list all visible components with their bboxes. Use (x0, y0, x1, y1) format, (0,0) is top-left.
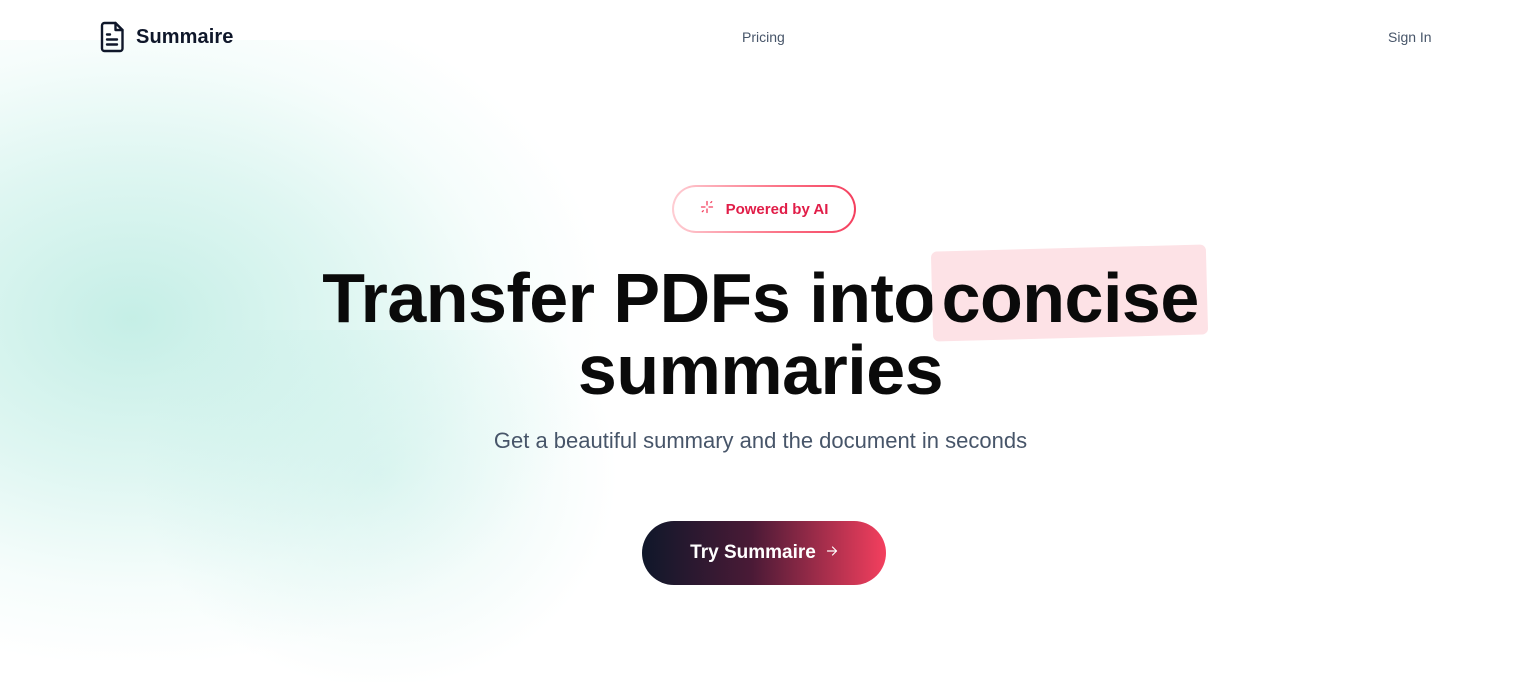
try-summaire-button[interactable]: Try Summaire (642, 521, 886, 585)
badge-label: Powered by AI (725, 200, 829, 218)
arrow-right-icon (816, 544, 838, 562)
sparkles-icon (700, 200, 726, 219)
headline-highlight-text: concise (941, 259, 1200, 337)
headline-text-part1: Transfer PDFs into (322, 259, 936, 337)
powered-by-badge: Powered by AI (672, 185, 856, 233)
headline-highlight: concise (930, 244, 1208, 342)
hero-headline: Transfer PDFs into concise summaries (0, 244, 1521, 409)
badge-inner: Powered by AI (674, 187, 854, 231)
nav-link-pricing[interactable]: Pricing (742, 29, 785, 45)
headline-line-2: summaries (577, 331, 944, 409)
brand-name: Summaire (136, 25, 234, 48)
cta-label: Try Summaire (690, 542, 816, 563)
brand-logo-link[interactable]: Summaire (98, 21, 234, 53)
nav-link-sign-in[interactable]: Sign In (1388, 29, 1432, 45)
hero-subtitle: Get a beautiful summary and the document… (493, 428, 1028, 453)
document-icon (98, 21, 126, 53)
landing-page: Summaire Pricing Sign In Powered by AI T… (0, 0, 1521, 682)
headline-line-1: Transfer PDFs into concise (0, 244, 1521, 342)
